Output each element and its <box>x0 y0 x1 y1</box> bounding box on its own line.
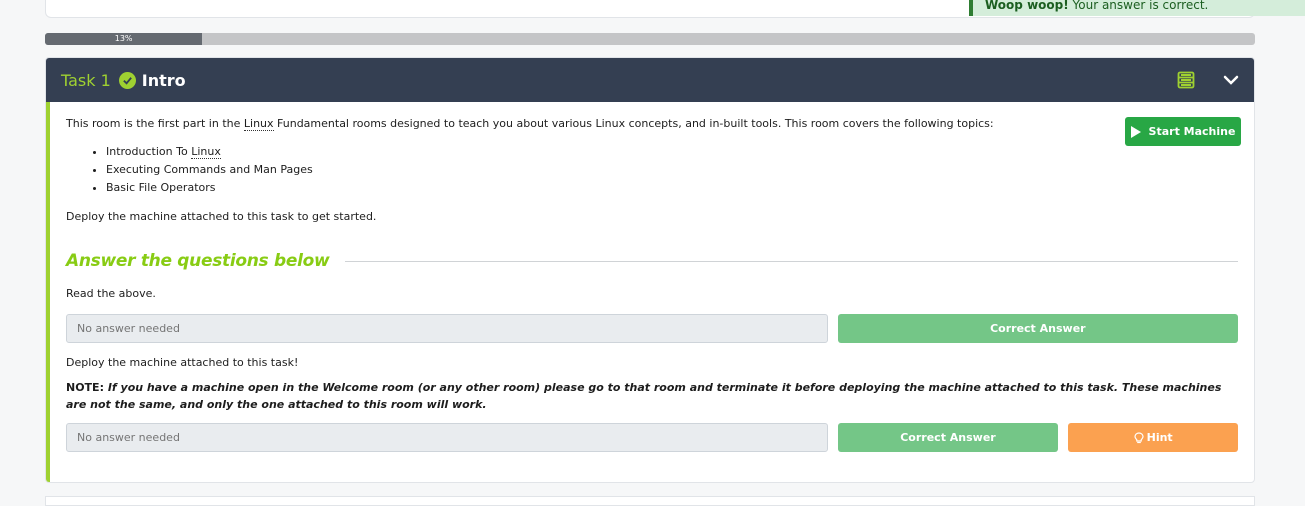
question-2-hint-button[interactable]: Hint <box>1068 423 1238 452</box>
intro-paragraph: This room is the first part in the Linux… <box>66 116 1238 132</box>
topic-text: Introduction To <box>106 145 192 158</box>
toast-bold: Woop woop! <box>985 0 1069 12</box>
question-2-answer-input[interactable] <box>66 423 828 452</box>
question-2-correct-answer-button[interactable]: Correct Answer <box>837 423 1059 452</box>
task-title: Intro <box>141 70 186 90</box>
task-number: Task 1 <box>61 70 111 90</box>
answer-heading-title: Answer the questions below <box>66 251 330 271</box>
question-2-note: NOTE: If you have a machine open in the … <box>66 379 1242 413</box>
answer-heading: Answer the questions below <box>66 251 1238 271</box>
intro-text-rest: Fundamental rooms designed to teach you … <box>273 117 994 130</box>
divider <box>345 260 1238 262</box>
note-label: NOTE: <box>66 381 104 394</box>
linux-abbr: Linux <box>191 145 221 159</box>
list-item: Introduction To Linux <box>106 144 1238 160</box>
notes-icon[interactable] <box>1177 71 1195 89</box>
next-card <box>45 496 1255 506</box>
list-item: Basic File Operators <box>106 180 1238 196</box>
deploy-instructions: Deploy the machine attached to this task… <box>66 210 377 223</box>
task-card: Task 1 Intro Start Machine This room is … <box>45 57 1255 483</box>
note-text: If you have a machine open in the Welcom… <box>66 381 1222 411</box>
success-toast: Woop woop! Your answer is correct. <box>969 0 1305 16</box>
topic-text: Basic File Operators <box>106 181 216 194</box>
list-item: Executing Commands and Man Pages <box>106 162 1238 178</box>
question-1-correct-answer-button[interactable]: Correct Answer <box>837 314 1238 343</box>
topics-list: Introduction To Linux Executing Commands… <box>106 144 1238 196</box>
task-body: Start Machine This room is the first par… <box>46 102 1254 482</box>
toast-message: Your answer is correct. <box>1068 0 1209 12</box>
start-machine-label: Start Machine <box>1148 124 1236 138</box>
room-progress-bar: 13% <box>45 33 1255 45</box>
question-1-answer-row: Correct Answer <box>66 314 1238 343</box>
hint-label: Hint <box>1146 430 1173 444</box>
start-machine-button[interactable]: Start Machine <box>1125 117 1241 146</box>
task-header[interactable]: Task 1 Intro <box>46 58 1254 102</box>
progress-fill: 13% <box>45 33 203 45</box>
linux-abbr: Linux <box>243 117 274 131</box>
lightbulb-icon <box>1134 431 1144 443</box>
question-2-answer-row: Correct Answer Hint <box>66 423 1238 452</box>
play-icon <box>1130 125 1141 138</box>
question-1-answer-input[interactable] <box>66 314 828 343</box>
question-1-text: Read the above. <box>66 287 156 300</box>
chevron-down-icon[interactable] <box>1223 72 1239 88</box>
check-circle-icon <box>118 71 136 89</box>
topic-text: Executing Commands and Man Pages <box>106 163 313 176</box>
question-2-text: Deploy the machine attached to this task… <box>66 356 299 369</box>
intro-text: This room is the first part in the <box>66 117 244 130</box>
